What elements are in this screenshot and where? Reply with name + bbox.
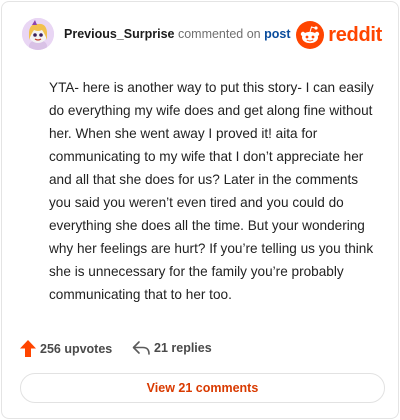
commented-on-text: commented on bbox=[177, 27, 261, 41]
upvote-count: 256 upvotes bbox=[40, 341, 113, 356]
post-link[interactable]: post bbox=[264, 27, 290, 41]
comment-card: Previous_Surprise commented on post redd… bbox=[1, 1, 399, 419]
comment-header: Previous_Surprise commented on post redd… bbox=[22, 18, 382, 52]
comment-meta: Previous_Surprise commented on post bbox=[64, 27, 291, 41]
comment-actions: 256 upvotes 21 replies bbox=[20, 339, 380, 359]
reddit-wordmark: reddit bbox=[328, 23, 382, 46]
upvote-arrow-icon bbox=[20, 340, 36, 357]
reddit-logo-icon bbox=[296, 21, 325, 49]
upvote-button[interactable]: 256 upvotes bbox=[20, 340, 112, 357]
reply-arrow-icon bbox=[132, 341, 150, 355]
view-comments-button[interactable]: View 21 comments bbox=[20, 373, 385, 403]
reddit-brand[interactable]: reddit bbox=[296, 20, 382, 50]
username[interactable]: Previous_Surprise bbox=[64, 27, 174, 41]
replies-button[interactable]: 21 replies bbox=[132, 340, 212, 356]
user-avatar-icon[interactable] bbox=[22, 18, 54, 50]
reply-count: 21 replies bbox=[154, 341, 212, 355]
comment-body: YTA- here is another way to put this sto… bbox=[49, 80, 374, 302]
